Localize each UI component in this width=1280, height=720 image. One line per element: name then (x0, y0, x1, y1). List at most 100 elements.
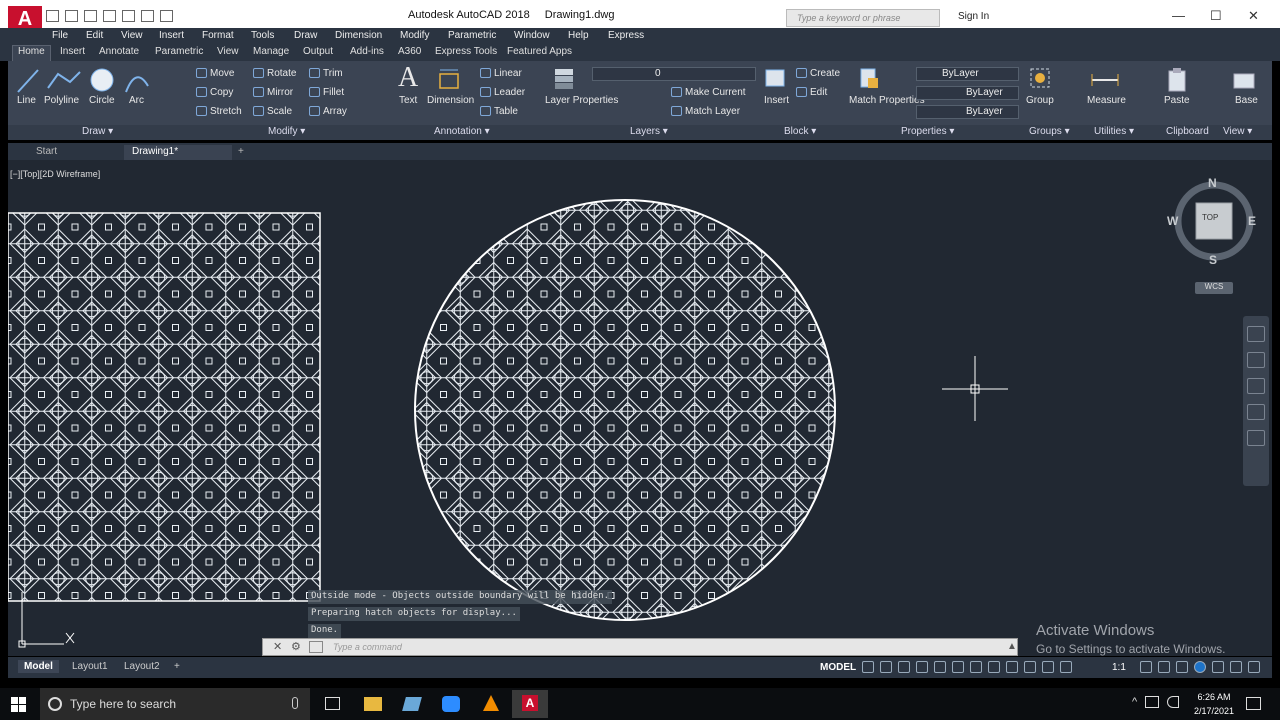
measure-button[interactable]: Measure (1087, 95, 1126, 106)
command-input[interactable]: Type a command (333, 642, 402, 652)
base-button[interactable]: Base (1235, 95, 1258, 106)
model-space-button[interactable]: MODEL (820, 662, 856, 673)
chevron-up-icon[interactable]: ^ (1132, 696, 1137, 708)
compass-east[interactable]: E (1248, 214, 1256, 228)
draw-panel-title[interactable]: Draw ▾ (82, 126, 113, 137)
network-icon[interactable] (1145, 696, 1160, 708)
hatched-circle[interactable] (414, 199, 836, 621)
tab-annotate[interactable]: Annotate (99, 46, 139, 57)
modify-panel-title[interactable]: Modify ▾ (268, 126, 305, 137)
view-panel-title[interactable]: View ▾ (1223, 126, 1252, 137)
pan-icon[interactable] (1247, 352, 1265, 368)
close-command-icon[interactable]: ✕ (273, 640, 282, 653)
viewport-controls[interactable]: [−][Top][2D Wireframe] (10, 169, 100, 179)
tab-featured-apps[interactable]: Featured Apps (507, 46, 572, 57)
tab-drawing1[interactable]: Drawing1* (124, 145, 232, 160)
linear-button[interactable]: Linear (480, 68, 522, 79)
layers-panel-title[interactable]: Layers ▾ (630, 126, 668, 137)
tab-express-tools[interactable]: Express Tools (435, 46, 497, 57)
rotate-button[interactable]: Rotate (253, 68, 296, 79)
sign-in-button[interactable]: Sign In (958, 11, 989, 22)
workspace-gear-icon[interactable] (1140, 661, 1152, 673)
isodraft-icon[interactable] (934, 661, 946, 673)
dimension-button[interactable]: Dimension (427, 95, 474, 106)
copy-button[interactable]: Copy (196, 87, 233, 98)
clipboard-panel-title[interactable]: Clipboard (1166, 126, 1209, 137)
menu-parametric[interactable]: Parametric (448, 30, 496, 41)
linetype-dropdown[interactable]: ByLayer (916, 86, 1019, 100)
zoom-app-icon[interactable] (442, 696, 460, 712)
block-panel-title[interactable]: Block ▾ (784, 126, 816, 137)
layer-properties-button[interactable]: Layer Properties (545, 95, 618, 106)
lineweight-icon[interactable] (988, 661, 1000, 673)
annotation-panel-title[interactable]: Annotation ▾ (434, 126, 490, 137)
create-block-button[interactable]: Create (796, 68, 840, 79)
move-button[interactable]: Move (196, 68, 234, 79)
hardware-acceleration-icon[interactable] (1212, 661, 1224, 673)
array-button[interactable]: Array (309, 106, 347, 117)
command-history-toggle-icon[interactable]: ▲ (1007, 641, 1017, 652)
open-icon[interactable] (65, 10, 78, 22)
auto-scale-icon[interactable] (1060, 661, 1072, 673)
vlc-icon[interactable] (483, 695, 499, 711)
line-button[interactable]: Line (17, 95, 36, 106)
menu-express[interactable]: Express (608, 30, 644, 41)
save-as-icon[interactable] (103, 10, 116, 22)
menu-modify[interactable]: Modify (400, 30, 429, 41)
save-icon[interactable] (84, 10, 97, 22)
wcs-menu[interactable]: WCS (1195, 282, 1233, 294)
tab-manage[interactable]: Manage (253, 46, 289, 57)
object-snap-tracking-icon[interactable] (952, 661, 964, 673)
ortho-icon[interactable] (898, 661, 910, 673)
table-button[interactable]: Table (480, 106, 518, 117)
tab-start[interactable]: Start (28, 145, 120, 160)
windows-start-icon[interactable] (11, 697, 27, 713)
stretch-button[interactable]: Stretch (196, 106, 242, 117)
trim-button[interactable]: Trim (309, 68, 343, 79)
object-snap-icon[interactable] (970, 661, 982, 673)
close-icon[interactable]: ✕ (1248, 8, 1259, 24)
tab-layout1[interactable]: Layout1 (66, 660, 114, 673)
group-button[interactable]: Group (1026, 95, 1054, 106)
annotation-visibility-icon[interactable] (1042, 661, 1054, 673)
tab-add-ins[interactable]: Add-ins (350, 46, 384, 57)
grid-icon[interactable] (862, 661, 874, 673)
insert-button[interactable]: Insert (764, 95, 789, 106)
selection-cycling-icon[interactable] (1024, 661, 1036, 673)
tab-insert[interactable]: Insert (60, 46, 85, 57)
search-input[interactable]: Type a keyword or phrase (786, 9, 940, 27)
menu-tools[interactable]: Tools (251, 30, 274, 41)
isolate-objects-icon[interactable] (1194, 661, 1206, 673)
utilities-panel-title[interactable]: Utilities ▾ (1094, 126, 1134, 137)
circle-button[interactable]: Circle (89, 95, 115, 106)
arc-button[interactable]: Arc (129, 95, 144, 106)
compass-south[interactable]: S (1209, 253, 1217, 267)
properties-panel-title[interactable]: Properties ▾ (901, 126, 954, 137)
showmotion-icon[interactable] (1247, 430, 1265, 446)
system-clock[interactable]: 6:26 AM 2/17/2021 (1194, 690, 1234, 718)
tab-layout2[interactable]: Layout2 (118, 660, 166, 673)
annotation-monitor-icon[interactable] (1158, 661, 1170, 673)
groups-panel-title[interactable]: Groups ▾ (1029, 126, 1070, 137)
customize-command-icon[interactable]: ⚙ (291, 640, 301, 653)
viewcube-top-face[interactable]: TOP (1202, 213, 1218, 222)
file-explorer-icon[interactable] (364, 697, 382, 711)
add-layout-icon[interactable]: + (168, 660, 186, 673)
menu-view[interactable]: View (121, 30, 143, 41)
redo-icon[interactable] (160, 10, 173, 22)
paste-button[interactable]: Paste (1164, 95, 1190, 106)
hatched-rectangle[interactable] (8, 212, 321, 602)
lineweight-dropdown[interactable]: ByLayer (916, 105, 1019, 119)
microphone-icon[interactable] (292, 697, 298, 709)
menu-format[interactable]: Format (202, 30, 234, 41)
tab-view[interactable]: View (217, 46, 239, 57)
polar-icon[interactable] (916, 661, 928, 673)
tab-parametric[interactable]: Parametric (155, 46, 203, 57)
fillet-button[interactable]: Fillet (309, 87, 344, 98)
menu-window[interactable]: Window (514, 30, 550, 41)
mirror-button[interactable]: Mirror (253, 87, 293, 98)
compass-west[interactable]: W (1167, 214, 1178, 228)
task-view-icon[interactable] (325, 697, 340, 710)
taskbar-search-box[interactable]: Type here to search (40, 688, 310, 720)
maximize-icon[interactable]: ☐ (1210, 8, 1222, 24)
